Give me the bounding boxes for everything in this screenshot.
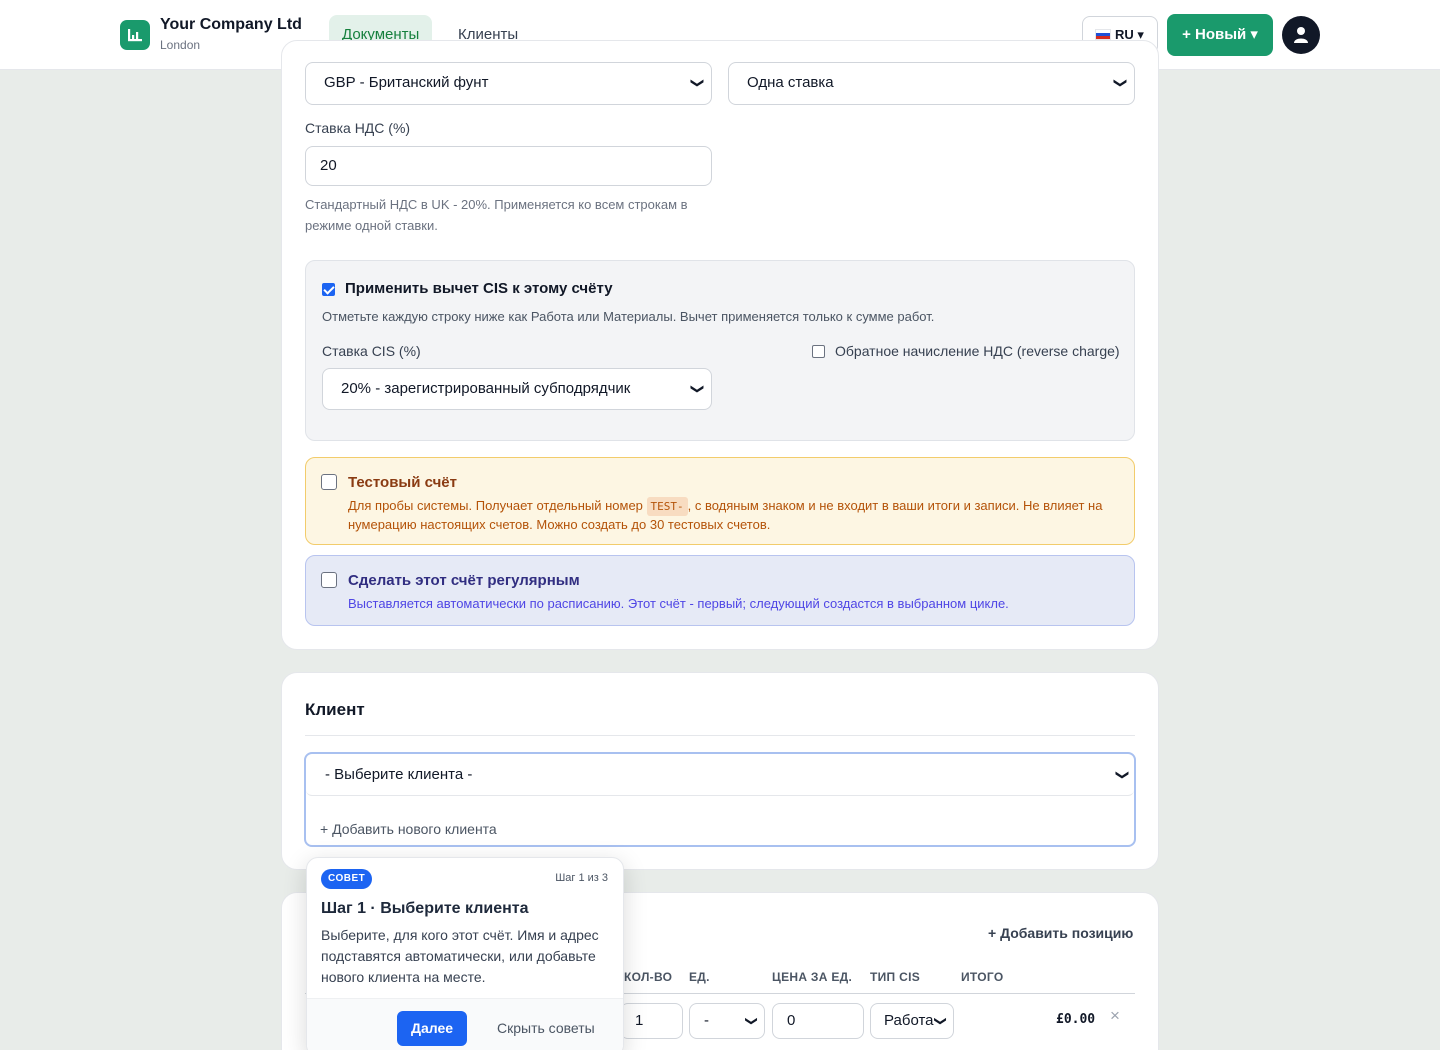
cis-rate-label: Ставка CIS (%) [322, 343, 421, 359]
currency-select[interactable]: GBP - Британский фунт ❯ [305, 62, 712, 105]
col-total: ИТОГО [961, 970, 1004, 984]
remove-row-icon[interactable]: × [1110, 1006, 1120, 1026]
tip-title: Шаг 1 · Выберите клиента [321, 900, 529, 917]
test-invoice-text-after: , с водяным знаком и не входит в ваши ит… [687, 498, 1103, 513]
tip-footer: Далее Скрыть советы [307, 998, 623, 1050]
cis-rate-select[interactable]: 20% - зарегистрированный субподрядчик ❯ [322, 368, 712, 410]
client-section-title: Клиент [305, 700, 365, 719]
user-icon [1294, 27, 1308, 43]
recurring-checkbox[interactable] [321, 572, 337, 588]
currency-value: GBP - Британский фунт [324, 74, 489, 91]
chevron-down-icon: ❯ [690, 383, 706, 395]
hide-tips-button[interactable]: Скрыть советы [497, 1020, 595, 1036]
unit-price-input[interactable]: 0 [772, 1003, 864, 1039]
chevron-down-icon: ❯ [744, 1015, 759, 1027]
unit-select[interactable]: - ❯ [689, 1003, 765, 1039]
cis-title: Применить вычет CIS к этому счёту [345, 280, 613, 297]
client-dropdown[interactable]: - Выберите клиента - ❯ + Добавить нового… [304, 752, 1136, 847]
col-cis-type: ТИП CIS [870, 970, 921, 984]
tip-next-button[interactable]: Далее [397, 1011, 467, 1046]
cis-type-select[interactable]: Работа ❯ [870, 1003, 954, 1039]
chevron-down-icon: ❯ [690, 77, 706, 89]
test-invoice-text-before: Для пробы системы. Получает отдельный но… [348, 498, 647, 513]
client-divider [305, 735, 1135, 736]
vat-help-line-2: режиме одной ставки. [305, 218, 438, 233]
chevron-down-icon: ❯ [933, 1015, 948, 1027]
col-qty: КОЛ-ВО [624, 970, 673, 984]
recurring-panel [305, 555, 1135, 626]
add-new-client-link[interactable]: + Добавить нового клиента [320, 821, 497, 837]
chevron-down-icon: ❯ [1113, 77, 1129, 89]
cis-help: Отметьте каждую строку ниже как Работа и… [322, 309, 935, 324]
row-total: £0.00 [1056, 1012, 1096, 1027]
vat-mode-select[interactable]: Одна ставка ❯ [728, 62, 1135, 105]
reverse-charge-label: Обратное начисление НДС (reverse charge) [835, 343, 1120, 359]
onboarding-tip: СОВЕТ Шаг 1 из 3 Шаг 1 · Выберите клиент… [306, 857, 624, 1050]
chevron-down-icon: ❯ [1115, 769, 1131, 781]
vat-rate-label: Ставка НДС (%) [305, 120, 411, 136]
test-code-tag: TEST- [646, 497, 688, 516]
test-invoice-text: Для пробы системы. Получает отдельный но… [348, 497, 1118, 533]
recurring-title: Сделать этот счёт регулярным [348, 572, 580, 589]
qty-input[interactable]: 1 [620, 1003, 683, 1039]
russia-flag-icon [1095, 29, 1111, 40]
recurring-text: Выставляется автоматически по расписанию… [348, 596, 1009, 611]
tip-badge: СОВЕТ [321, 869, 373, 889]
company-name: Your Company Ltd [160, 16, 302, 33]
chart-icon [128, 29, 142, 42]
test-invoice-title: Тестовый счёт [348, 474, 457, 491]
test-invoice-checkbox[interactable] [321, 474, 337, 490]
client-select-value: - Выберите клиента - [325, 766, 473, 783]
cis-rate-value: 20% - зарегистрированный субподрядчик [341, 380, 631, 397]
new-document-button[interactable]: + Новый ▾ [1167, 14, 1273, 56]
cis-checkbox[interactable] [322, 283, 335, 296]
vat-rate-input[interactable]: 20 [305, 146, 712, 186]
col-unit: ЕД. [689, 970, 710, 984]
tip-text: Выберите, для кого этот счёт. Имя и адре… [321, 927, 599, 985]
test-invoice-text-line2: нумерацию настоящих счетов. Можно создат… [348, 517, 771, 532]
vat-help-line-1: Стандартный НДС в UK - 20%. Применяется … [305, 197, 688, 212]
client-select[interactable]: - Выберите клиента - ❯ [306, 754, 1134, 796]
unit-value: - [704, 1012, 709, 1029]
company-logo[interactable] [120, 20, 150, 50]
user-avatar[interactable] [1282, 16, 1320, 54]
col-unit-price: ЦЕНА ЗА ЕД. [772, 970, 853, 984]
add-item-button[interactable]: + Добавить позицию [988, 925, 1133, 941]
company-city: London [160, 38, 201, 52]
reverse-charge-checkbox[interactable] [812, 345, 825, 358]
vat-mode-value: Одна ставка [747, 74, 834, 91]
tip-step-counter: Шаг 1 из 3 [555, 872, 608, 884]
